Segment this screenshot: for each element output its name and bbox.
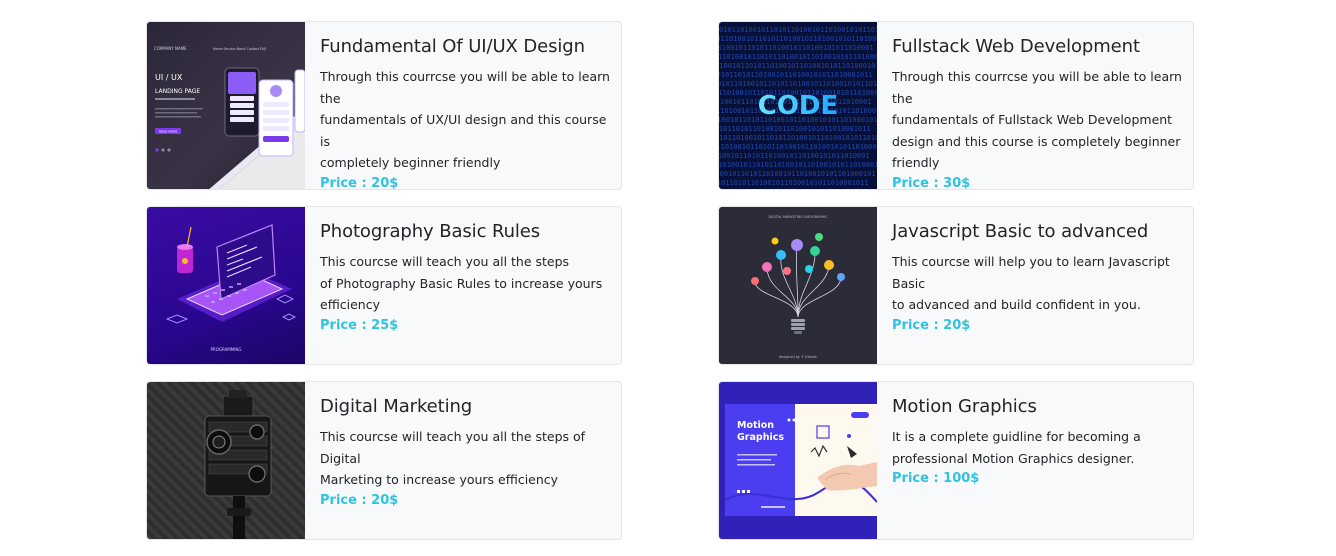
- course-card-javascript[interactable]: DIGITAL MARKETING INFOGRAPHIC designed b…: [718, 206, 1194, 365]
- thumb-heading-1: UI / UX: [155, 73, 183, 82]
- binary-row: 0110100101101011010010110100101011010001: [719, 152, 870, 160]
- thumb-code-word: CODE: [758, 91, 839, 121]
- binary-row: 0100101101011010010110100101011010001011: [719, 71, 873, 79]
- binary-row: 0101101001011010110100101101001010110100: [719, 26, 877, 34]
- motion-graphics-hand-illustration-icon: Motion Graphics: [724, 404, 877, 516]
- course-price: Price : 30$: [892, 175, 971, 190]
- description-line: This courcse will teach you all the step…: [320, 429, 586, 466]
- course-description: Through this courrcse you will be able t…: [320, 66, 611, 174]
- course-card-fullstack[interactable]: 0101101001011010110100101101001010110100…: [718, 21, 1194, 190]
- course-price: Price : 100$: [892, 471, 980, 486]
- binary-row: 1011010010110101101001011010010101101000: [719, 143, 877, 151]
- thumb-caption: PROGRAMMING: [211, 347, 242, 352]
- description-line: design and this course is completely beg…: [892, 133, 1181, 149]
- binary-row: 1011010010110101101001011010010101101000: [719, 35, 877, 43]
- thumb-button-text: READ MORE: [159, 130, 177, 134]
- course-title[interactable]: Photography Basic Rules: [320, 221, 611, 243]
- course-title[interactable]: Motion Graphics: [892, 396, 1183, 418]
- binary-row: 0101101001011010110100101101001010110100: [719, 134, 877, 142]
- thumb-brand-text: COMPANY NAME: [154, 46, 187, 51]
- thumb-heading-2: LANDING PAGE: [155, 88, 200, 95]
- description-line: efficiency: [320, 297, 381, 312]
- description-line: fundamentals of UX/UI design and this co…: [320, 112, 607, 149]
- description-line: friendly: [892, 155, 940, 170]
- description-line: This courcse will help you to learn Java…: [892, 254, 1170, 291]
- binary-row: 0100101101011010010110100101011010001011: [719, 179, 869, 187]
- course-thumbnail-motion-graphics: Motion Graphics: [719, 382, 877, 539]
- course-price: Price : 20$: [892, 317, 971, 333]
- thumb-title-line-2: Graphics: [737, 432, 784, 443]
- description-line: It is a complete guidline for becoming a: [892, 429, 1141, 444]
- course-description: This courcse will help you to learn Java…: [892, 251, 1183, 316]
- lightbulb-infographic-illustration-icon: DIGITAL MARKETING INFOGRAPHIC designed b…: [751, 215, 845, 359]
- description-line: fundamentals of Fullstack Web Developmen…: [892, 112, 1173, 127]
- phone-mockup-illustration-icon: COMPANY NAME Home Service About Contact …: [154, 46, 305, 189]
- course-title[interactable]: Javascript Basic to advanced: [892, 221, 1183, 243]
- course-thumbnail-fullstack: 0101101001011010110100101101001010110100…: [719, 22, 877, 189]
- binary-row: 0101101001011010110100101101001010110100: [719, 80, 877, 88]
- description-line: This courcse will teach you all the step…: [320, 254, 570, 269]
- course-price: Price : 25$: [320, 317, 399, 333]
- course-thumbnail-digital-marketing: [147, 382, 305, 539]
- binary-row: 1101001011010110100101101001010110100010: [719, 53, 877, 61]
- course-title[interactable]: Digital Marketing: [320, 396, 611, 418]
- course-description: It is a complete guidline for becoming a…: [892, 426, 1183, 469]
- binary-row: 1010010110101101001011010010101101000101: [719, 62, 877, 70]
- binary-row: 0110100101101011010010110100101011010001: [719, 44, 874, 52]
- course-title[interactable]: Fullstack Web Development: [892, 36, 1183, 58]
- isometric-laptop-illustration-icon: PROGRAMMING: [165, 224, 297, 352]
- course-price: Price : 20$: [320, 492, 399, 508]
- description-line: professional Motion Graphics designer.: [892, 450, 1135, 466]
- course-thumbnail-uiux: COMPANY NAME Home Service About Contact …: [147, 22, 305, 189]
- course-thumbnail-javascript: DIGITAL MARKETING INFOGRAPHIC designed b…: [719, 207, 877, 364]
- binary-row: 0100101101011010010110100101011010001011: [719, 125, 871, 133]
- course-card-motion-graphics[interactable]: Motion Graphics Motion Graphics It is a …: [718, 381, 1194, 540]
- description-line: completely beginner friendly: [320, 155, 501, 170]
- course-card-uiux[interactable]: COMPANY NAME Home Service About Contact …: [146, 21, 622, 190]
- course-description: This courcse will teach you all the step…: [320, 251, 611, 316]
- description-line: of Photography Basic Rules to increase y…: [320, 275, 603, 291]
- thumb-footer-text: designed by ⚘ freepik: [779, 355, 817, 359]
- description-line: to advanced and build confident in you.: [892, 297, 1141, 312]
- course-card-digital-marketing[interactable]: Digital Marketing This courcse will teac…: [146, 381, 622, 540]
- binary-code-illustration-icon: 0101101001011010110100101101001010110100…: [719, 26, 877, 187]
- binary-row: 1010010110101101001011010010101101000101: [719, 170, 876, 178]
- course-description: This courcse will teach you all the step…: [320, 426, 611, 491]
- binary-row: 1101001011010110100101101001010110100010: [719, 161, 877, 169]
- thumb-nav-text: Home Service About Contact FAQ: [213, 47, 267, 51]
- course-thumbnail-photography: PROGRAMMING: [147, 207, 305, 364]
- course-description: Through this courrcse you will be able t…: [892, 66, 1183, 174]
- description-line: Through this courrcse you will be able t…: [320, 69, 610, 106]
- description-line: Through this courrcse you will be able t…: [892, 69, 1182, 106]
- description-line: Marketing to increase yours efficiency: [320, 472, 559, 487]
- course-card-photography[interactable]: PROGRAMMING Photography Basic Rules This…: [146, 206, 622, 365]
- course-price: Price : 20$: [320, 175, 399, 190]
- vintage-camera-photo-icon: [204, 390, 272, 539]
- thumb-title-line-1: Motion: [737, 420, 774, 431]
- course-title[interactable]: Fundamental Of UI/UX Design: [320, 36, 611, 58]
- thumb-header-text: DIGITAL MARKETING INFOGRAPHIC: [769, 215, 829, 219]
